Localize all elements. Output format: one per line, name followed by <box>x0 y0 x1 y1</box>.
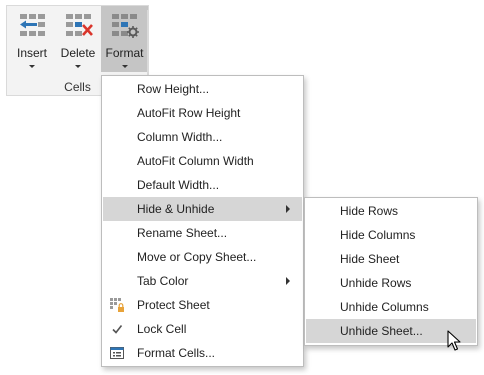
menu-item-label: AutoFit Row Height <box>137 106 241 120</box>
format-cells-gear-icon <box>112 14 139 38</box>
menu-item-lock-cell[interactable]: Lock Cell <box>103 317 302 341</box>
format-menu: Row Height... AutoFit Row Height Column … <box>101 75 304 367</box>
menu-item-row-height[interactable]: Row Height... <box>103 77 302 101</box>
menu-item-autofit-column-width[interactable]: AutoFit Column Width <box>103 149 302 173</box>
menu-item-label: Lock Cell <box>137 322 187 336</box>
submenu-arrow-icon <box>286 277 290 285</box>
insert-button[interactable]: Insert <box>9 6 55 72</box>
menu-item-label: Rename Sheet... <box>137 226 228 240</box>
insert-label: Insert <box>16 46 47 60</box>
insert-dropdown-arrow-icon <box>29 65 35 68</box>
menu-item-format-cells[interactable]: Format Cells... <box>103 341 302 365</box>
menu-item-label: AutoFit Column Width <box>137 154 254 168</box>
delete-button[interactable]: Delete <box>55 6 101 72</box>
submenu-item-label: Unhide Sheet... <box>340 324 423 338</box>
menu-item-label: Hide & Unhide <box>137 202 215 216</box>
format-label: Format <box>105 46 144 60</box>
submenu-item-hide-rows[interactable]: Hide Rows <box>306 199 476 223</box>
menu-item-label: Format Cells... <box>137 346 216 360</box>
menu-item-label: Protect Sheet <box>137 298 210 312</box>
submenu-item-label: Unhide Rows <box>340 276 412 290</box>
menu-item-label: Move or Copy Sheet... <box>137 250 257 264</box>
format-dropdown-arrow-icon <box>121 65 128 68</box>
menu-item-column-width[interactable]: Column Width... <box>103 125 302 149</box>
submenu-arrow-icon <box>286 205 290 213</box>
checkmark-icon <box>112 325 123 334</box>
mouse-pointer-icon <box>447 330 461 351</box>
format-button[interactable]: Format <box>101 6 148 72</box>
menu-item-label: Default Width... <box>137 178 220 192</box>
hide-unhide-submenu: Hide Rows Hide Columns Hide Sheet Unhide… <box>304 197 478 346</box>
delete-cells-icon <box>66 14 93 36</box>
menu-item-autofit-row-height[interactable]: AutoFit Row Height <box>103 101 302 125</box>
protect-sheet-icon <box>110 298 124 312</box>
delete-label: Delete <box>60 46 96 60</box>
menu-item-rename-sheet[interactable]: Rename Sheet... <box>103 221 302 245</box>
delete-dropdown-arrow-icon <box>75 65 81 68</box>
insert-cells-icon <box>20 14 45 36</box>
submenu-item-label: Hide Rows <box>340 204 399 218</box>
menu-item-label: Column Width... <box>137 130 223 144</box>
submenu-item-unhide-columns[interactable]: Unhide Columns <box>306 295 476 319</box>
menu-item-hide-unhide[interactable]: Hide & Unhide <box>103 197 302 221</box>
menu-item-label: Tab Color <box>137 274 189 288</box>
submenu-item-label: Unhide Columns <box>340 300 429 314</box>
format-cells-icon <box>110 347 124 359</box>
menu-item-protect-sheet[interactable]: Protect Sheet <box>103 293 302 317</box>
menu-item-default-width[interactable]: Default Width... <box>103 173 302 197</box>
menu-item-label: Row Height... <box>137 82 210 96</box>
submenu-item-hide-columns[interactable]: Hide Columns <box>306 223 476 247</box>
submenu-item-unhide-rows[interactable]: Unhide Rows <box>306 271 476 295</box>
submenu-item-label: Hide Sheet <box>340 252 400 266</box>
menu-item-tab-color[interactable]: Tab Color <box>103 269 302 293</box>
submenu-item-hide-sheet[interactable]: Hide Sheet <box>306 247 476 271</box>
menu-item-move-copy-sheet[interactable]: Move or Copy Sheet... <box>103 245 302 269</box>
submenu-item-label: Hide Columns <box>340 228 416 242</box>
